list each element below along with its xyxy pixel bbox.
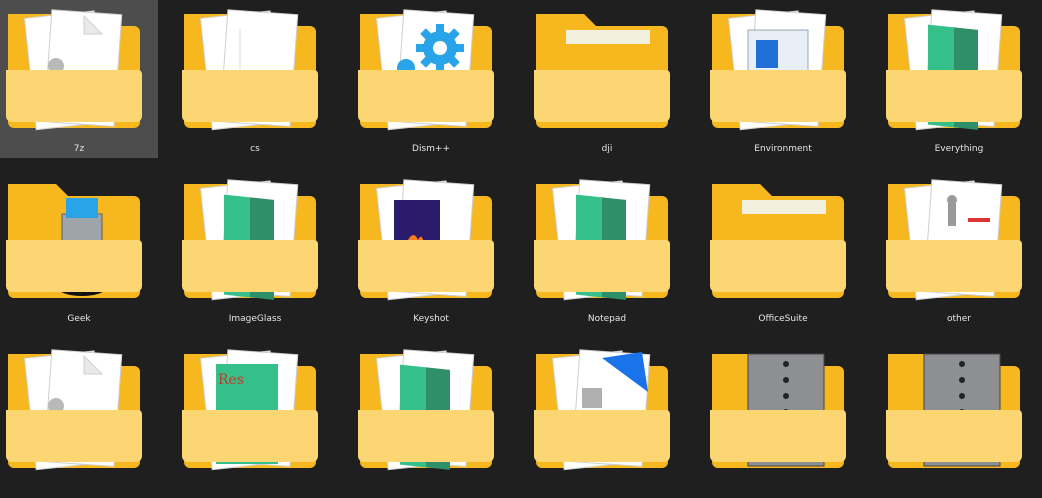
folder-label: Everything <box>934 144 984 154</box>
folder-item[interactable]: Res <box>176 340 334 498</box>
folder-item[interactable] <box>0 340 158 498</box>
folder-icon <box>886 179 1022 301</box>
folder-label: Dism++ <box>412 144 450 154</box>
folder-icon <box>358 179 494 301</box>
folder-label: ImageGlass <box>228 314 282 324</box>
folder-icon: Res <box>182 349 318 471</box>
folder-icon <box>358 9 494 131</box>
folder-preview <box>566 30 650 44</box>
folder-icon <box>710 9 846 131</box>
folder-label: 7z <box>73 144 85 154</box>
folder-icon <box>6 184 142 298</box>
folder-item[interactable]: Geek <box>0 170 158 328</box>
svg-text:Res: Res <box>218 372 244 388</box>
folder-grid: 7z cs Dism++ dji Environment Everything … <box>0 0 1042 471</box>
folder-item[interactable]: Everything <box>880 0 1038 158</box>
folder-label: dji <box>601 144 613 154</box>
folder-item[interactable]: Dism++ <box>352 0 510 158</box>
folder-icon <box>182 9 318 131</box>
folder-item[interactable]: Keyshot <box>352 170 510 328</box>
folder-icon <box>886 353 1022 468</box>
folder-item[interactable]: 7z <box>0 0 158 158</box>
folder-label: other <box>947 314 971 324</box>
folder-item[interactable]: OfficeSuite <box>704 170 862 328</box>
folder-icon <box>710 184 846 298</box>
folder-icon <box>534 349 670 471</box>
folder-preview <box>742 200 826 214</box>
folder-item[interactable]: other <box>880 170 1038 328</box>
folder-item[interactable]: Environment <box>704 0 862 158</box>
folder-item[interactable]: ImageGlass <box>176 170 334 328</box>
folder-label: Geek <box>67 314 91 324</box>
folder-icon <box>358 349 494 471</box>
folder-icon <box>534 14 670 128</box>
folder-item[interactable]: dji <box>528 0 686 158</box>
folder-label: OfficeSuite <box>758 314 808 324</box>
folder-item[interactable]: cs <box>176 0 334 158</box>
folder-icon <box>534 179 670 301</box>
folder-item[interactable]: Notepad <box>528 170 686 328</box>
folder-label: cs <box>250 144 260 154</box>
folder-label: Keyshot <box>413 314 449 324</box>
folder-item[interactable] <box>528 340 686 498</box>
folder-icon <box>6 9 142 131</box>
folder-label: Notepad <box>587 314 627 324</box>
folder-icon <box>710 353 846 468</box>
folder-icon <box>182 179 318 301</box>
folder-item[interactable] <box>880 340 1038 498</box>
folder-label: Environment <box>754 144 812 154</box>
folder-item[interactable] <box>704 340 862 498</box>
folder-icon <box>6 349 142 471</box>
folder-icon <box>886 9 1022 131</box>
folder-item[interactable] <box>352 340 510 498</box>
